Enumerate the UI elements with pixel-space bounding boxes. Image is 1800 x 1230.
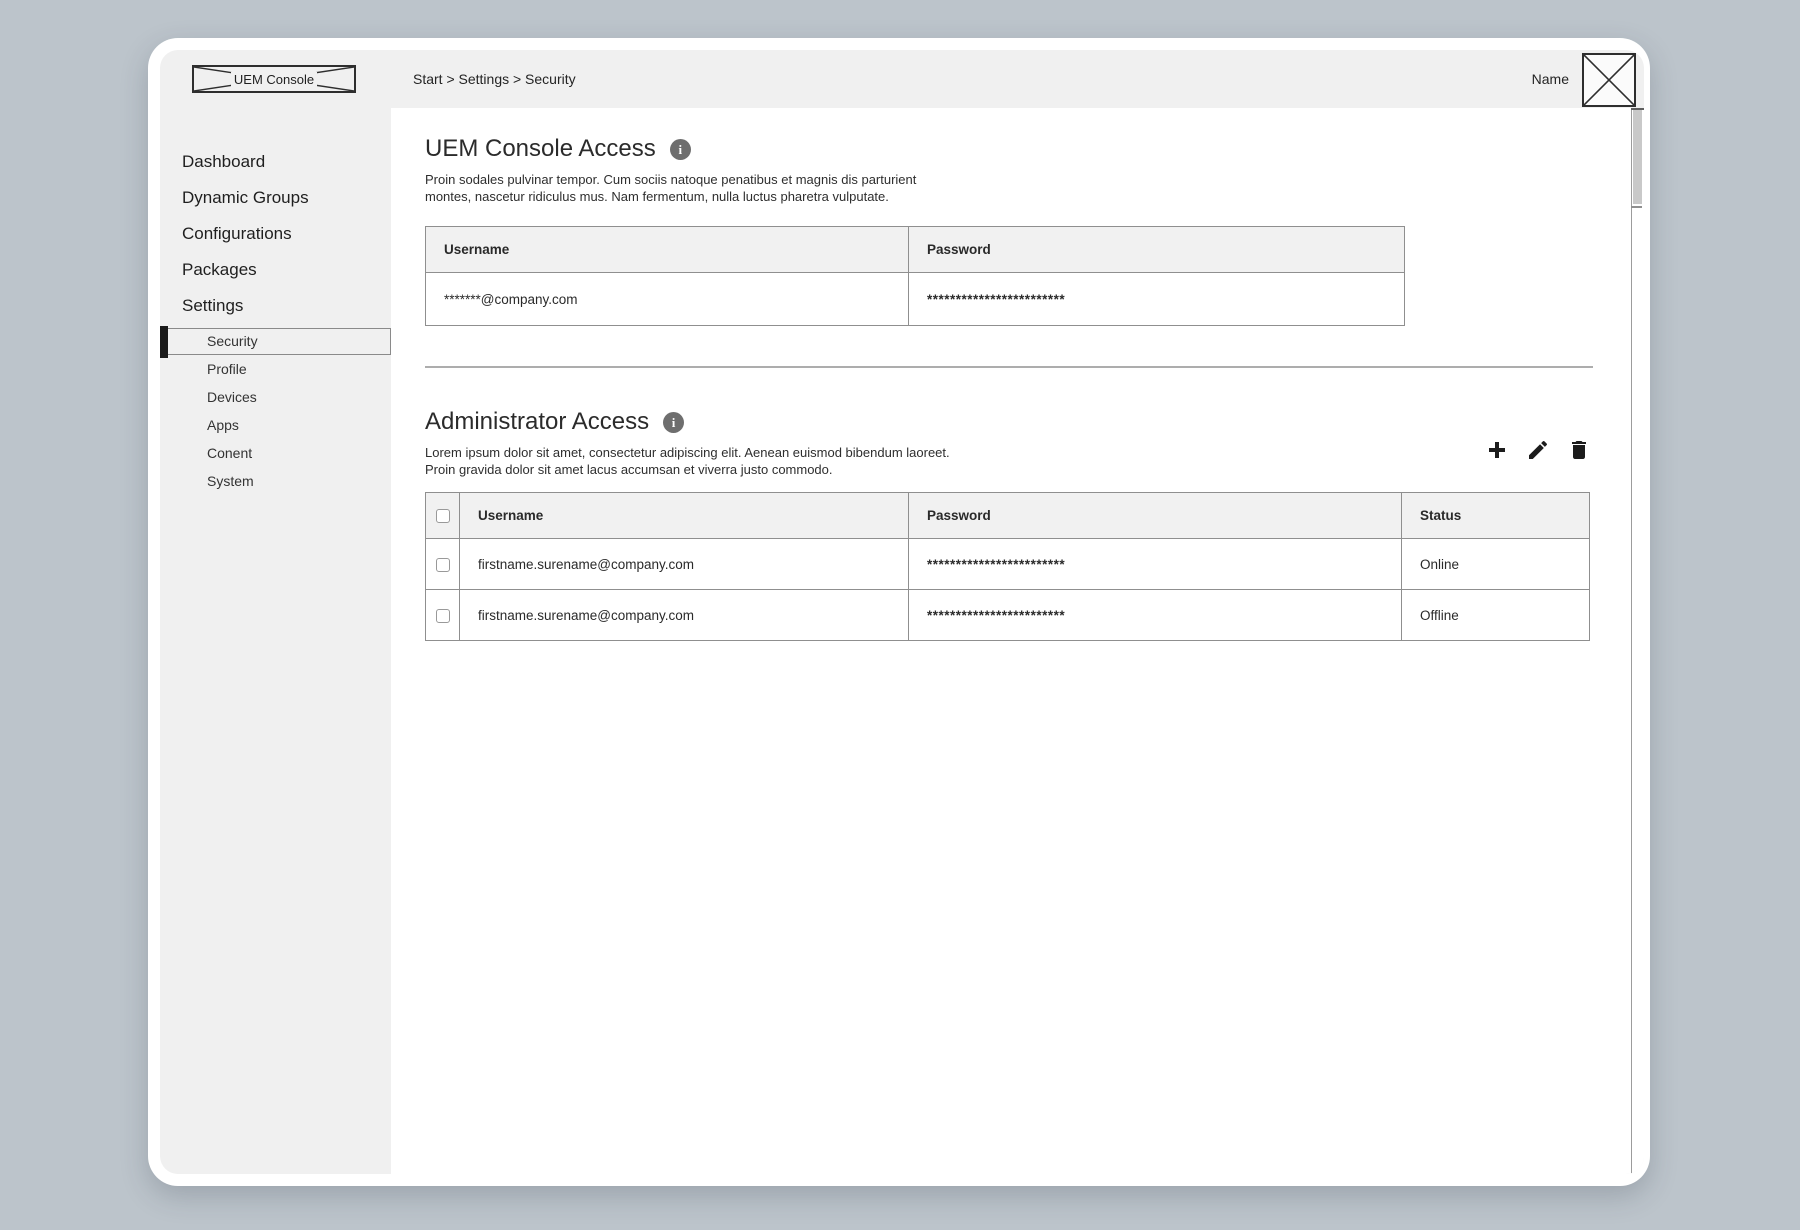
description-line: Proin gravida dolor sit amet lacus accum…	[425, 461, 1644, 478]
app-logo[interactable]: UEM Console	[192, 65, 356, 93]
sidebar-item-dashboard[interactable]: Dashboard	[160, 144, 391, 180]
info-icon[interactable]: i	[670, 139, 691, 160]
sidebar-item-settings[interactable]: Settings	[160, 288, 391, 324]
admin-access-table: Username Password Status firstname.suren…	[425, 492, 1590, 641]
avatar[interactable]	[1582, 53, 1636, 107]
sidebar-item-dynamic-groups[interactable]: Dynamic Groups	[160, 180, 391, 216]
row-checkbox[interactable]	[436, 609, 450, 623]
admin-access-title-row: Administrator Access i	[425, 408, 1644, 436]
scrollbar-bottom-mark	[1631, 206, 1642, 208]
sidebar-settings-subnav: Security Profile Devices Apps Conent Sys…	[160, 328, 391, 495]
row-select-cell	[426, 590, 460, 641]
sidebar-item-apps[interactable]: Apps	[160, 411, 391, 439]
main-content: UEM Console Access i Proin sodales pulvi…	[391, 108, 1644, 1174]
scrollbar-thumb[interactable]	[1633, 110, 1642, 204]
desktop-background: { "window": { "logo_text": "UEM Console"…	[0, 0, 1800, 1230]
password-cell: ************************	[909, 273, 1405, 326]
avatar-placeholder-x-icon	[1584, 55, 1634, 105]
column-header-password: Password	[909, 227, 1405, 273]
active-item-indicator	[160, 326, 168, 358]
trash-icon	[1567, 438, 1591, 462]
sidebar-item-system[interactable]: System	[160, 467, 391, 495]
sidebar-item-devices[interactable]: Devices	[160, 383, 391, 411]
logo-label: UEM Console	[231, 72, 317, 87]
add-button[interactable]	[1485, 438, 1509, 462]
column-header-username: Username	[460, 493, 909, 539]
description-line: Lorem ipsum dolor sit amet, consectetur …	[425, 444, 1644, 461]
breadcrumb[interactable]: Start > Settings > Security	[413, 71, 576, 87]
vertical-scrollbar[interactable]	[1631, 108, 1644, 1174]
sidebar-main-nav: Dashboard Dynamic Groups Configurations …	[160, 144, 391, 324]
window-body: Dashboard Dynamic Groups Configurations …	[160, 108, 1644, 1174]
app-panel: UEM Console Start > Settings > Security …	[160, 50, 1644, 1174]
sidebar-item-profile[interactable]: Profile	[160, 355, 391, 383]
password-cell: ************************	[909, 539, 1402, 590]
status-cell: Offline	[1402, 590, 1590, 641]
description-line: Proin sodales pulvinar tempor. Cum socii…	[425, 171, 1644, 188]
section-title: Administrator Access	[425, 408, 649, 436]
row-select-cell	[426, 539, 460, 590]
username-cell: firstname.surename@company.com	[460, 539, 909, 590]
username-cell: firstname.surename@company.com	[460, 590, 909, 641]
admin-table-actions	[1485, 438, 1591, 462]
table-header-row: Username Password	[426, 227, 1405, 273]
sidebar: Dashboard Dynamic Groups Configurations …	[160, 108, 391, 1174]
info-icon[interactable]: i	[663, 412, 684, 433]
status-cell: Online	[1402, 539, 1590, 590]
column-header-username: Username	[426, 227, 909, 273]
console-access-table: Username Password *******@company.com **…	[425, 226, 1405, 326]
user-name-label: Name	[1532, 71, 1569, 87]
select-all-checkbox[interactable]	[436, 509, 450, 523]
column-header-password: Password	[909, 493, 1402, 539]
sidebar-item-conent[interactable]: Conent	[160, 439, 391, 467]
table-header-row: Username Password Status	[426, 493, 1590, 539]
username-cell: *******@company.com	[426, 273, 909, 326]
console-access-title-row: UEM Console Access i	[425, 135, 1644, 163]
pencil-icon	[1526, 438, 1550, 462]
password-cell: ************************	[909, 590, 1402, 641]
section-divider	[425, 366, 1593, 368]
edit-button[interactable]	[1526, 438, 1550, 462]
plus-icon	[1485, 438, 1509, 462]
page-title: UEM Console Access	[425, 135, 656, 163]
sidebar-item-security[interactable]: Security	[163, 328, 391, 355]
column-header-status: Status	[1402, 493, 1590, 539]
select-all-cell	[426, 493, 460, 539]
sidebar-item-packages[interactable]: Packages	[160, 252, 391, 288]
sidebar-item-configurations[interactable]: Configurations	[160, 216, 391, 252]
admin-access-description: Lorem ipsum dolor sit amet, consectetur …	[425, 444, 1644, 478]
row-checkbox[interactable]	[436, 558, 450, 572]
delete-button[interactable]	[1567, 438, 1591, 462]
top-bar: UEM Console Start > Settings > Security …	[160, 50, 1644, 108]
app-window: UEM Console Start > Settings > Security …	[148, 38, 1650, 1186]
console-access-description: Proin sodales pulvinar tempor. Cum socii…	[425, 171, 1644, 205]
table-row: firstname.surename@company.com *********…	[426, 590, 1590, 641]
table-row: firstname.surename@company.com *********…	[426, 539, 1590, 590]
description-line: montes, nascetur ridiculus mus. Nam ferm…	[425, 188, 1644, 205]
table-row: *******@company.com ********************…	[426, 273, 1405, 326]
